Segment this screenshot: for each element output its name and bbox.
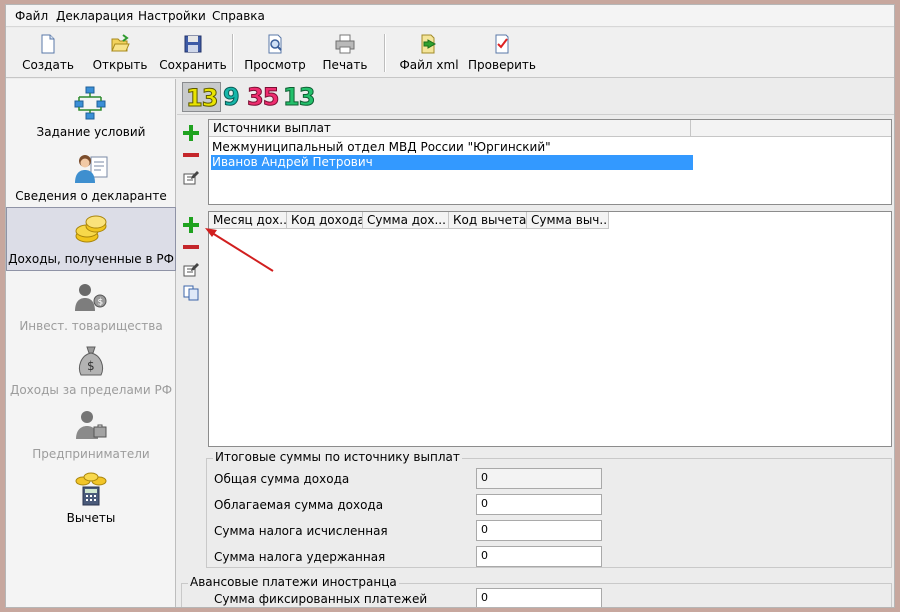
svg-text:$: $ [87,359,95,373]
toolbar-separator [232,34,234,72]
sources-grid-header: Источники выплат [209,120,891,137]
income-grid: Месяц дох... Код дохода Сумма дох... Код… [208,211,892,447]
source-row-selected[interactable]: Иванов Андрей Петрович [211,155,693,170]
tax-calculated-field[interactable]: 0 [476,520,602,541]
menu-help[interactable]: Справка [212,9,265,23]
sources-actions [179,121,203,205]
printer-icon [335,34,355,54]
column-header-income-code[interactable]: Код дохода [287,212,363,228]
column-header-deduction-sum[interactable]: Сумма выч... [527,212,609,228]
new-document-icon [41,34,55,54]
tax-withheld-field[interactable]: 0 [476,546,602,567]
total-income-label: Общая сумма дохода [214,472,350,486]
tab-rate-13-alt[interactable]: 13 [282,82,315,112]
tax-calculated-label: Сумма налога исчисленная [214,524,388,538]
coins-icon [75,215,107,243]
minus-icon [183,153,199,157]
tab-rate-label: 13 [282,83,315,112]
sidebar: Задание условий Сведения о декларанте До… [6,79,176,607]
totals-group-title: Итоговые суммы по источнику выплат [213,450,462,464]
taxable-income-label: Облагаемая сумма дохода [214,498,384,512]
menu-file[interactable]: Файл [15,9,48,23]
sidebar-item-deductions[interactable]: Вычеты [6,467,176,529]
open-folder-icon [111,34,130,52]
investor-icon: $ [75,284,107,311]
print-button[interactable]: Печать [316,30,374,76]
sidebar-item-income-rf[interactable]: Доходы, полученные в РФ [6,207,176,271]
advance-group-title: Авансовые платежи иностранца [188,575,399,589]
menu-settings[interactable]: Настройки [138,9,206,23]
floppy-disk-icon [184,35,202,53]
column-header-income-sum[interactable]: Сумма дох... [363,212,449,228]
fixed-payments-field[interactable]: 0 [476,588,602,607]
sidebar-item-entrepreneurs[interactable]: Предприниматели [6,403,176,465]
sidebar-item-investment[interactable]: $ Инвест. товарищества [6,275,176,337]
main-panel: 13 9 35 13 Источники выплат Межмуниципал… [177,79,894,607]
calculator-coins-icon [75,472,107,506]
svg-text:$: $ [98,298,104,308]
sidebar-item-conditions[interactable]: Задание условий [6,81,176,143]
annotation-arrow [205,228,274,272]
xml-export-icon [421,34,437,54]
tab-rate-label: 35 [246,83,279,112]
total-income-field[interactable]: 0 [476,468,602,489]
preview-document-icon [268,34,282,54]
check-button[interactable]: Проверить [466,30,538,76]
businessman-icon [76,411,107,439]
tab-rate-13[interactable]: 13 [182,82,222,113]
xml-file-button[interactable]: Файл xml [394,30,464,76]
open-button[interactable]: Открыть [90,30,150,76]
source-row[interactable]: Межмуниципальный отдел МВД России "Юргин… [211,140,551,155]
tab-rate-label: 9 [223,83,241,112]
money-bag-icon: $ [78,346,104,376]
save-button[interactable]: Сохранить [158,30,228,76]
taxable-income-field[interactable]: 0 [476,494,602,515]
preview-button[interactable]: Просмотр [242,30,308,76]
copy-income-icon[interactable] [183,285,199,301]
tab-rate-label: 13 [185,84,218,113]
checklist-icon [495,34,509,54]
tax-rate-tabs: 13 9 35 13 [177,79,894,115]
column-header-deduction-code[interactable]: Код вычета [449,212,527,228]
toolbar: Создать Открыть Сохранить Просмотр Печат… [6,28,894,78]
menu-bar: Файл Декларация Настройки Справка [6,5,894,27]
remove-source-button[interactable] [183,147,199,163]
column-header-sources[interactable]: Источники выплат [209,120,691,136]
add-source-button[interactable] [183,125,199,141]
sidebar-item-income-abroad[interactable]: $ Доходы за пределами РФ [6,339,176,401]
tab-rate-35[interactable]: 35 [246,82,279,112]
sources-grid: Источники выплат Межмуниципальный отдел … [208,119,892,205]
edit-source-icon[interactable] [183,169,199,185]
app-window: Файл Декларация Настройки Справка Создат… [5,4,895,608]
person-card-icon [75,155,108,183]
create-button[interactable]: Создать [18,30,78,76]
menu-declaration[interactable]: Декларация [56,9,133,23]
tax-withheld-label: Сумма налога удержанная [214,550,386,564]
flowchart-icon [74,86,106,120]
plus-icon-stroke [189,125,193,141]
tab-rate-9[interactable]: 9 [223,82,241,112]
sidebar-item-declarant[interactable]: Сведения о декларанте [6,145,176,207]
fixed-payments-label: Сумма фиксированных платежей [214,592,428,606]
plus-icon-stroke [189,217,193,233]
toolbar-separator [384,34,386,72]
